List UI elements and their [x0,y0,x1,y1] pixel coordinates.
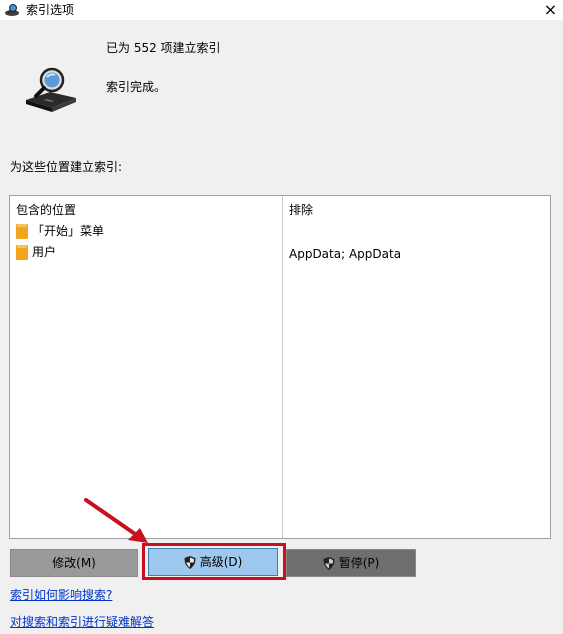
column-divider [282,196,283,538]
troubleshoot-search-link[interactable]: 对搜索和索引进行疑难解答 [10,614,154,630]
table-row[interactable]: 用户 [16,243,276,261]
pause-button-label: 暂停(P) [338,556,380,570]
close-icon: × [543,0,558,19]
included-location-label: 「开始」菜单 [32,224,105,238]
locations-section-label: 为这些位置建立索引: [10,160,123,174]
title-bar: 索引选项 × [0,0,563,20]
excluded-column-header[interactable]: 排除 [289,202,313,218]
window-title: 索引选项 [26,3,75,17]
magnifier-drive-icon [26,67,76,112]
how-indexing-affects-search-link[interactable]: 索引如何影响搜索? [10,587,112,603]
modify-button[interactable]: 修改(M) [10,549,138,577]
folder-icon [16,245,28,260]
table-row[interactable]: 「开始」菜单 [16,222,276,240]
indexed-count-text: 已为 552 项建立索引 [106,41,221,55]
indexing-app-icon [5,4,19,16]
indexing-status-text: 索引完成。 [106,80,167,94]
folder-icon [16,224,28,239]
pause-button[interactable]: 暂停(P) [286,549,416,577]
shield-icon [323,556,335,570]
close-button[interactable]: × [538,0,563,20]
excluded-location-label: AppData; AppData [289,247,402,261]
shield-icon [184,555,196,569]
index-locations-table[interactable]: 包含的位置 排除 「开始」菜单 用户 AppData; AppData [9,195,551,539]
advanced-button[interactable]: 高级(D) [148,548,278,576]
included-location-label: 用户 [32,245,57,259]
modify-button-label: 修改(M) [52,556,96,570]
advanced-button-label: 高级(D) [199,555,243,569]
indexing-options-window: 索引选项 × 已为 552 项建立索引 索引完成。 为这些位置建立索引: 包含的… [0,0,563,634]
included-column-header[interactable]: 包含的位置 [16,202,76,218]
